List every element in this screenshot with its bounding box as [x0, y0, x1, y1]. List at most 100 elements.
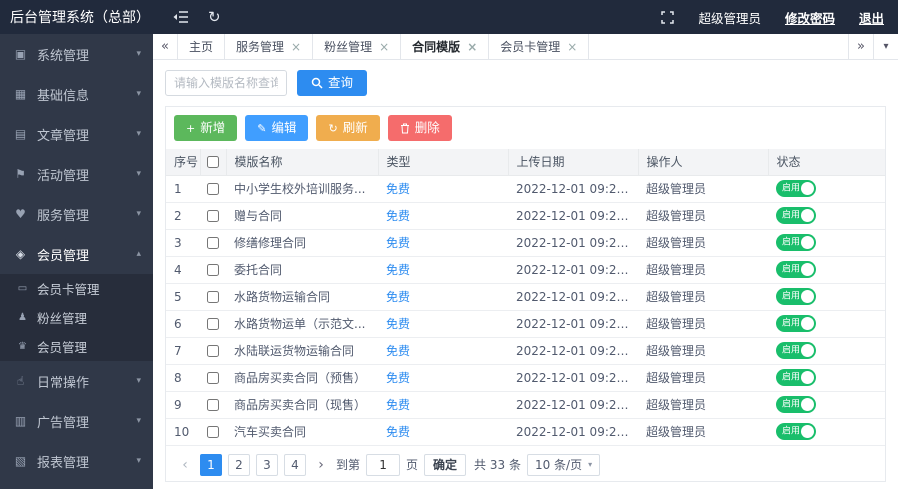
prev-page-icon[interactable]: ‹ [176, 457, 194, 473]
tab-member-cards[interactable]: 会员卡管理 × [489, 34, 589, 59]
tabs-menu-icon[interactable]: ▾ [873, 34, 898, 59]
row-checkbox[interactable] [207, 399, 219, 411]
row-checkbox[interactable] [207, 345, 219, 357]
status-toggle[interactable]: 启用 [776, 423, 816, 440]
fullscreen-icon[interactable] [661, 11, 674, 24]
delete-button[interactable]: 删除 [388, 115, 452, 141]
close-icon[interactable]: × [567, 41, 577, 53]
status-label: 启用 [782, 292, 800, 301]
row-checkbox[interactable] [207, 210, 219, 222]
row-checkbox[interactable] [207, 372, 219, 384]
flag-icon: ⚑ [12, 167, 29, 181]
chevron-down-icon: ▾ [136, 209, 141, 219]
tab-home[interactable]: 主页 [178, 34, 225, 59]
type-link[interactable]: 免费 [386, 236, 410, 250]
chevron-up-icon: ▴ [136, 249, 141, 259]
sidebar-item-daily-ops[interactable]: ☝ 日常操作 ▾ [0, 361, 153, 401]
tab-fans[interactable]: 粉丝管理 × [313, 34, 401, 59]
operator: 超级管理员 [638, 202, 768, 229]
status-toggle[interactable]: 启用 [776, 396, 816, 413]
type-link[interactable]: 免费 [386, 425, 410, 439]
query-button-label: 查询 [328, 77, 353, 90]
sidebar-item-reports[interactable]: ▧ 报表管理 ▾ [0, 441, 153, 481]
add-button[interactable]: + 新增 [174, 115, 237, 141]
status-toggle[interactable]: 启用 [776, 180, 816, 197]
status-toggle[interactable]: 启用 [776, 234, 816, 251]
row-checkbox-cell [200, 391, 226, 418]
tabs-scroll-left-icon[interactable]: « [153, 34, 178, 59]
table-row: 9 商品房买卖合同（现售） 免费 2022-12-01 09:22:14 超级管… [166, 391, 885, 418]
sidebar-item-articles[interactable]: ▤ 文章管理 ▾ [0, 114, 153, 154]
close-icon[interactable]: × [291, 41, 301, 53]
sidebar-item-services[interactable]: ♥ 服务管理 ▾ [0, 194, 153, 234]
row-checkbox[interactable] [207, 237, 219, 249]
close-icon[interactable]: × [379, 41, 389, 53]
edit-button-label: 编辑 [271, 122, 296, 135]
refresh-button-label: 刷新 [343, 122, 368, 135]
row-checkbox[interactable] [207, 291, 219, 303]
type-link[interactable]: 免费 [386, 371, 410, 385]
edit-button[interactable]: ✎ 编辑 [245, 115, 308, 141]
status-toggle[interactable]: 启用 [776, 315, 816, 332]
type-link[interactable]: 免费 [386, 398, 410, 412]
template-name: 水路货物运单（示范文... [226, 310, 378, 337]
sidebar-item-ads[interactable]: ▥ 广告管理 ▾ [0, 401, 153, 441]
row-checkbox[interactable] [207, 183, 219, 195]
type-link[interactable]: 免费 [386, 182, 410, 196]
change-password-link[interactable]: 修改密码 [785, 8, 835, 27]
sidebar-subitem-label: 会员管理 [37, 337, 87, 356]
delete-button-label: 删除 [415, 122, 440, 135]
sidebar-item-members[interactable]: ◈ 会员管理 ▴ [0, 234, 153, 274]
status-toggle[interactable]: 启用 [776, 261, 816, 278]
hand-icon: ☝ [12, 374, 29, 388]
page-button-2[interactable]: 2 [228, 454, 250, 476]
close-icon[interactable]: × [467, 41, 477, 53]
table-header-row: 序号 模版名称 类型 上传日期 操作人 状态 [166, 149, 885, 175]
page-button-1[interactable]: 1 [200, 454, 222, 476]
row-checkbox[interactable] [207, 318, 219, 330]
page-button-3[interactable]: 3 [256, 454, 278, 476]
query-button[interactable]: 查询 [297, 70, 367, 96]
refresh-icon[interactable]: ↻ [208, 10, 221, 25]
tabs-scroll-right-icon[interactable]: » [848, 34, 873, 59]
search-input[interactable] [165, 70, 287, 96]
type-cell: 免费 [378, 310, 508, 337]
main-content: « 主页 服务管理 × 粉丝管理 × 合同模版 × 会员卡管理 [153, 34, 898, 489]
row-checkbox[interactable] [207, 426, 219, 438]
search-icon [311, 77, 323, 89]
page-size-select[interactable]: 10 条/页 ▾ [527, 454, 600, 476]
sidebar-subitem-members[interactable]: ♛ 会员管理 [0, 332, 153, 361]
upload-date: 2022-12-01 09:24:22 [508, 310, 638, 337]
tab-contract-templates[interactable]: 合同模版 × [401, 34, 489, 59]
type-link[interactable]: 免费 [386, 290, 410, 304]
status-toggle[interactable]: 启用 [776, 207, 816, 224]
logout-link[interactable]: 退出 [859, 8, 884, 27]
type-link[interactable]: 免费 [386, 209, 410, 223]
sidebar-subitem-fans[interactable]: ♟ 粉丝管理 [0, 303, 153, 332]
sidebar-item-activities[interactable]: ⚑ 活动管理 ▾ [0, 154, 153, 194]
table-row: 5 水路货物运输合同 免费 2022-12-01 09:24:54 超级管理员 … [166, 283, 885, 310]
select-all-checkbox[interactable] [207, 156, 219, 168]
status-toggle[interactable]: 启用 [776, 342, 816, 359]
refresh-button[interactable]: ↻ 刷新 [316, 115, 379, 141]
jump-label: 到第 [336, 456, 360, 473]
row-checkbox[interactable] [207, 264, 219, 276]
confirm-button[interactable]: 确定 [424, 454, 466, 476]
toggle-knob [801, 209, 814, 222]
status-toggle[interactable]: 启用 [776, 288, 816, 305]
next-page-icon[interactable]: › [312, 457, 330, 473]
page-jump-input[interactable] [366, 454, 400, 476]
header-template-name: 模版名称 [226, 149, 378, 175]
type-link[interactable]: 免费 [386, 344, 410, 358]
page-button-4[interactable]: 4 [284, 454, 306, 476]
tab-services[interactable]: 服务管理 × [225, 34, 313, 59]
sidebar-collapse-icon[interactable] [173, 11, 188, 23]
sidebar-item-system[interactable]: ▣ 系统管理 ▾ [0, 34, 153, 74]
sidebar-item-basic-info[interactable]: ▦ 基础信息 ▾ [0, 74, 153, 114]
type-link[interactable]: 免费 [386, 317, 410, 331]
sidebar-subitem-member-cards[interactable]: ▭ 会员卡管理 [0, 274, 153, 303]
type-link[interactable]: 免费 [386, 263, 410, 277]
status-toggle[interactable]: 启用 [776, 369, 816, 386]
row-index: 5 [166, 283, 200, 310]
row-index: 7 [166, 337, 200, 364]
